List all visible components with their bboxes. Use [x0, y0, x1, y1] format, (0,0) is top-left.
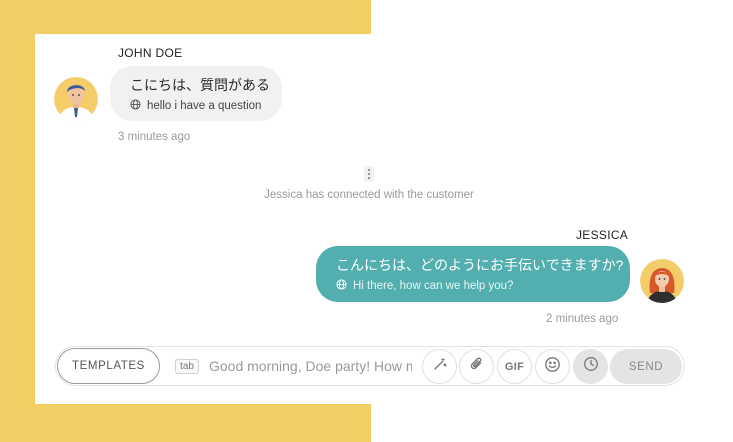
magic-wand-icon — [432, 356, 448, 377]
more-options-icon[interactable] — [364, 166, 374, 182]
schedule-button[interactable] — [573, 349, 608, 384]
outgoing-message-text: こんにちは、どのようにお手伝いできますか? — [336, 257, 624, 273]
incoming-sender-name: JOHN DOE — [118, 46, 183, 60]
send-button[interactable]: SEND — [610, 349, 682, 384]
message-input[interactable] — [209, 355, 412, 377]
smiley-icon — [544, 356, 561, 378]
incoming-timestamp: 3 minutes ago — [118, 131, 191, 143]
outgoing-message-bubble: こんにちは、どのようにお手伝いできますか? Hi there, how can … — [316, 246, 630, 302]
system-message: Jessica has connected with the customer — [264, 189, 474, 201]
templates-button[interactable]: TEMPLATES — [57, 348, 160, 384]
attach-file-button[interactable] — [459, 349, 494, 384]
incoming-message-text: こにちは、質問がある — [130, 77, 270, 93]
gif-button[interactable]: GIF — [497, 349, 532, 384]
jessica-avatar — [640, 259, 684, 303]
magic-wand-button[interactable] — [422, 349, 457, 384]
incoming-translation-text: hello i have a question — [147, 100, 262, 112]
john-doe-avatar — [54, 77, 98, 121]
incoming-message-bubble: こにちは、質問がある hello i have a question — [110, 66, 282, 121]
tab-key-hint: tab — [175, 359, 199, 374]
globe-icon — [130, 99, 141, 113]
outgoing-translation-text: Hi there, how can we help you? — [353, 280, 514, 292]
outgoing-sender-name: JESSICA — [576, 228, 629, 242]
outgoing-timestamp: 2 minutes ago — [546, 313, 619, 325]
globe-icon — [336, 279, 347, 293]
clock-icon — [583, 356, 599, 377]
paperclip-icon — [469, 356, 485, 377]
emoji-button[interactable] — [535, 349, 570, 384]
